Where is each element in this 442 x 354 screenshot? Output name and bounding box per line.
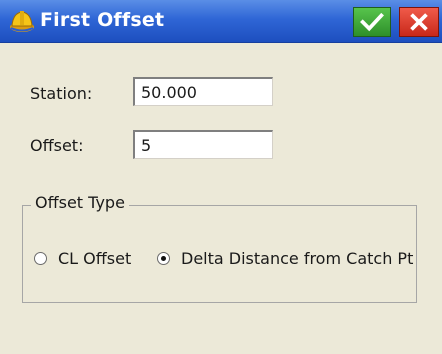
station-label: Station: xyxy=(30,84,93,103)
radio-delta-distance-label[interactable]: Delta Distance from Catch Pt xyxy=(181,249,413,268)
radio-button-checked[interactable] xyxy=(157,251,170,265)
surveyor-hardhat-icon xyxy=(10,11,34,32)
offset-input[interactable] xyxy=(133,130,273,159)
close-button[interactable] xyxy=(399,7,439,37)
radio-button-unchecked[interactable] xyxy=(34,251,47,265)
offset-type-legend: Offset Type xyxy=(31,193,129,212)
window-title: First Offset xyxy=(40,9,165,31)
radio-delta-distance[interactable]: Delta Distance from Catch Pt xyxy=(157,247,413,269)
offset-label: Offset: xyxy=(30,136,84,155)
ok-button[interactable] xyxy=(353,7,391,37)
checkmark-icon xyxy=(360,12,384,32)
title-bar: First Offset xyxy=(0,0,442,43)
close-x-icon xyxy=(410,13,428,31)
station-input[interactable] xyxy=(133,77,273,106)
radio-cl-offset-label[interactable]: CL Offset xyxy=(58,249,131,268)
radio-cl-offset[interactable]: CL Offset xyxy=(34,247,131,269)
